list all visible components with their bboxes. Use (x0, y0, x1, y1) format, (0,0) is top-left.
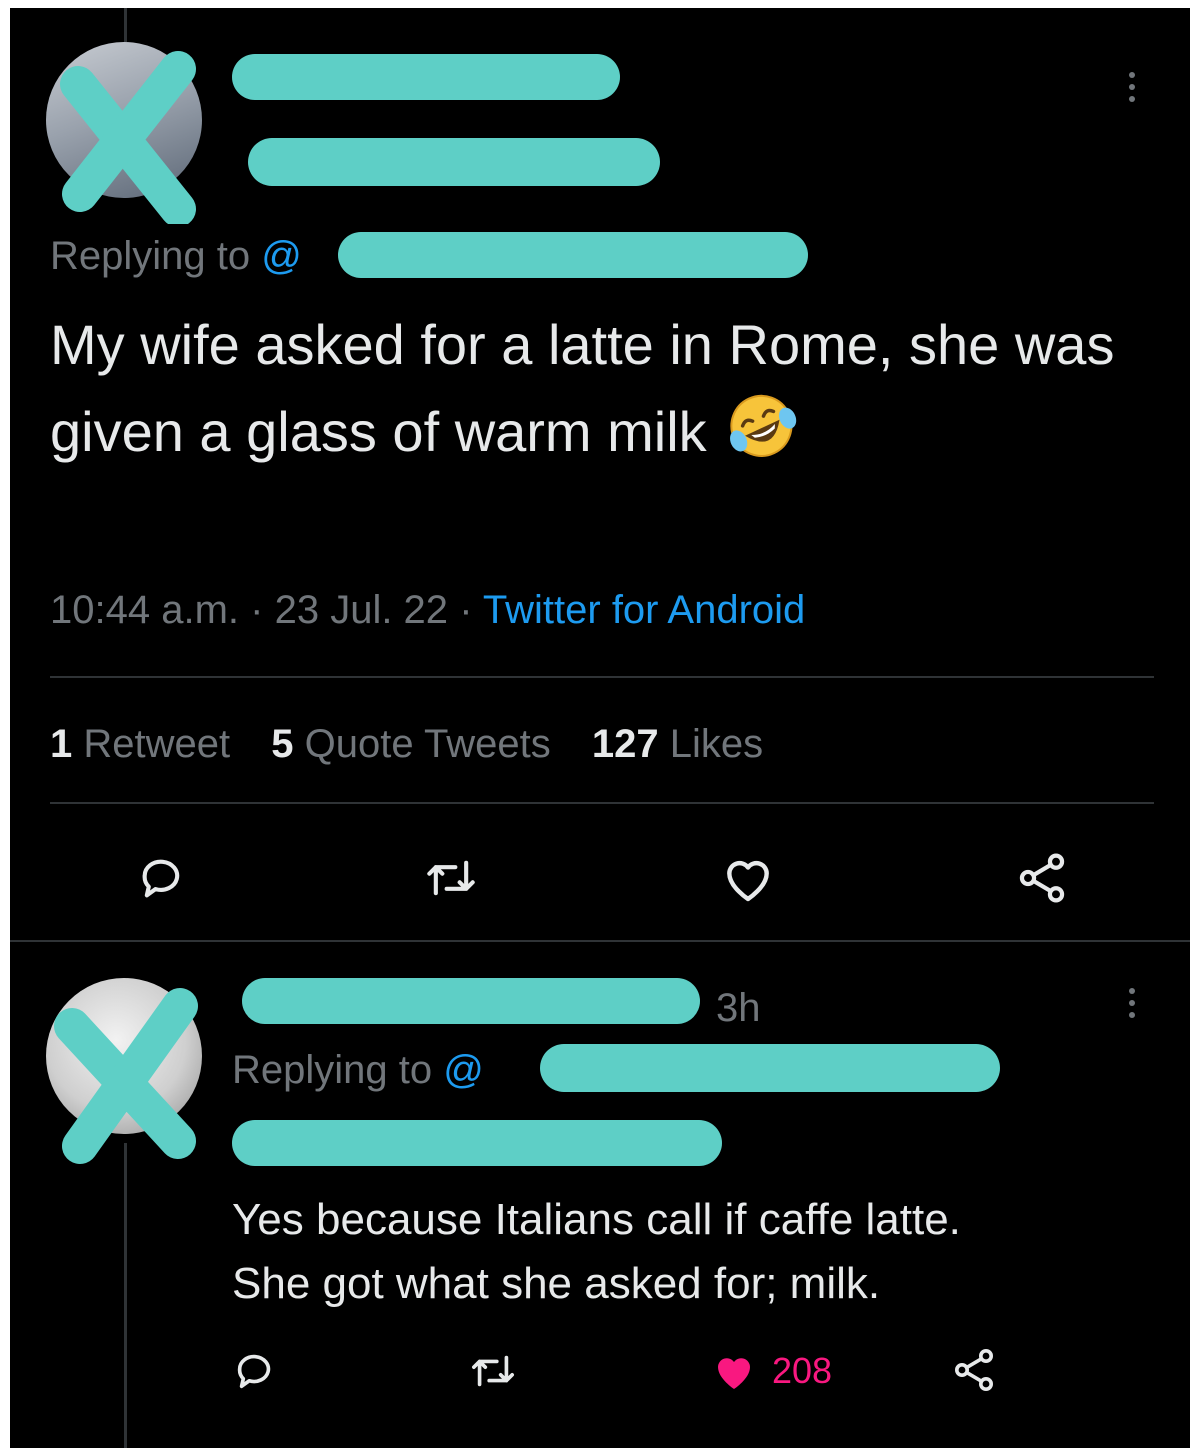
retweets-count: 1 (50, 722, 73, 766)
divider (50, 676, 1154, 678)
retweet-icon (472, 1355, 514, 1387)
tweet-body: My wife asked for a latte in Rome, she w… (50, 304, 1160, 486)
meta-separator: · (459, 588, 473, 632)
more-options-icon[interactable] (1124, 72, 1140, 108)
share-button[interactable] (1014, 850, 1070, 906)
tweet-source[interactable]: Twitter for Android (483, 588, 805, 632)
likes-label: Likes (669, 722, 764, 766)
reply-replying-to-redaction (540, 1044, 1000, 1092)
likes-count: 127 (591, 722, 659, 766)
author-handle-redaction (248, 138, 660, 186)
thread-line (124, 1143, 127, 1448)
reply-body: Yes because Italians call if caffe latte… (232, 1188, 1162, 1316)
like-button[interactable] (720, 852, 776, 904)
retweets-label: Retweet (83, 722, 231, 766)
author-name-redaction (232, 54, 620, 100)
reply-like-count: 208 (772, 1350, 833, 1391)
reply-reply-button[interactable] (232, 1348, 278, 1394)
likes-stat[interactable]: 127 Likes (592, 722, 763, 766)
reply-retweet-button[interactable] (468, 1348, 518, 1394)
reply-icon (237, 1354, 271, 1389)
tweet-text: My wife asked for a latte in Rome, she w… (50, 313, 1115, 463)
reply-replying-to-line: Replying to @ (232, 1048, 484, 1093)
tweet-date[interactable]: 23 Jul. 22 (275, 588, 448, 632)
retweet-button[interactable] (422, 852, 480, 904)
divider (50, 802, 1154, 804)
meta-separator: · (250, 588, 264, 632)
like-icon (727, 860, 769, 902)
quote-tweets-stat[interactable]: 5 Quote Tweets (271, 722, 550, 766)
tweet-thread: Replying to @ My wife asked for a latte … (10, 8, 1190, 1448)
reply-second-handle-redaction (232, 1120, 722, 1166)
reply-replying-to-label: Replying to (232, 1048, 433, 1092)
replying-to-handle[interactable]: @ (261, 234, 302, 278)
retweets-stat[interactable]: 1 Retweet (50, 722, 230, 766)
tweet-timestamp-line: 10:44 a.m. · 23 Jul. 22 · Twitter for An… (50, 588, 805, 633)
reply-icon (142, 859, 180, 898)
reply-name-redaction (242, 978, 700, 1024)
author-avatar[interactable] (46, 42, 202, 198)
reply-more-options-icon[interactable] (1124, 988, 1140, 1024)
tweet-stats: 1 Retweet 5 Quote Tweets 127 Likes (50, 722, 793, 767)
reply-text-line: Yes because Italians call if caffe latte… (232, 1195, 961, 1244)
retweet-icon (427, 860, 475, 896)
replying-to-redaction (338, 232, 808, 278)
rolling-laughing-emoji-icon (722, 386, 800, 486)
share-icon (1019, 853, 1065, 903)
replying-to-line: Replying to @ (50, 234, 302, 279)
share-icon (955, 1349, 993, 1391)
reply-like-button[interactable]: 208 (710, 1348, 832, 1394)
reply-author-avatar[interactable] (46, 978, 202, 1134)
replying-to-label: Replying to (50, 234, 251, 278)
quote-tweets-label: Quote Tweets (304, 722, 551, 766)
reply-text-line: She got what she asked for; milk. (232, 1259, 881, 1308)
divider (10, 940, 1190, 942)
reply-share-button[interactable] (950, 1346, 998, 1394)
reply-time-ago[interactable]: 3h (716, 986, 761, 1030)
reply-time-line: 3h (716, 986, 761, 1031)
liked-heart-icon (718, 1358, 750, 1389)
quote-tweets-count: 5 (271, 722, 294, 766)
reply-replying-to-handle[interactable]: @ (443, 1048, 484, 1092)
tweet-time[interactable]: 10:44 a.m. (50, 588, 239, 632)
reply-button[interactable] (136, 852, 188, 904)
